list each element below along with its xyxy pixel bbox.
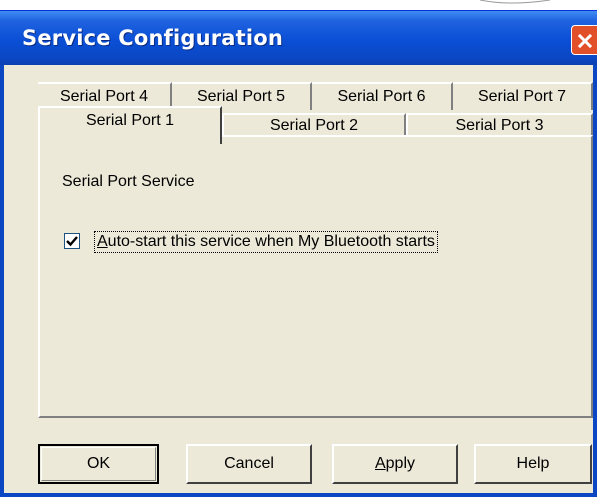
- ok-button-label: OK: [86, 455, 111, 472]
- help-button[interactable]: Help: [474, 444, 592, 484]
- window-frame-left: [0, 65, 4, 497]
- ok-button[interactable]: OK: [38, 444, 159, 484]
- checkmark-icon: [66, 236, 78, 247]
- apply-button-label: pply: [385, 455, 416, 472]
- apply-mnemonic: A: [374, 455, 386, 472]
- cancel-button[interactable]: Cancel: [186, 444, 312, 484]
- title-bar[interactable]: Service Configuration: [0, 11, 597, 65]
- serial-port-service-label: Serial Port Service: [62, 173, 195, 190]
- window-frame-right: [593, 65, 597, 497]
- help-button-label: Help: [516, 455, 550, 472]
- autostart-checkbox[interactable]: [64, 233, 80, 249]
- tab-serial-port-6[interactable]: Serial Port 6: [312, 82, 453, 110]
- tab-serial-port-7[interactable]: Serial Port 7: [453, 82, 593, 110]
- close-icon: [578, 34, 592, 48]
- window-title: Service Configuration: [22, 26, 284, 50]
- tab-serial-port-2[interactable]: Serial Port 2: [222, 113, 406, 137]
- tab-serial-port-1[interactable]: Serial Port 1: [38, 106, 222, 144]
- autostart-label[interactable]: Auto-start this service when My Bluetoot…: [94, 231, 438, 253]
- tab-serial-port-3[interactable]: Serial Port 3: [406, 113, 593, 137]
- cancel-button-label: Cancel: [224, 455, 274, 472]
- autostart-mnemonic: A: [97, 233, 108, 250]
- close-button[interactable]: [571, 25, 597, 55]
- apply-button[interactable]: Apply: [332, 444, 458, 484]
- window-frame-bottom: [0, 493, 597, 497]
- autostart-label-text: uto-start this service when My Bluetooth…: [107, 233, 435, 250]
